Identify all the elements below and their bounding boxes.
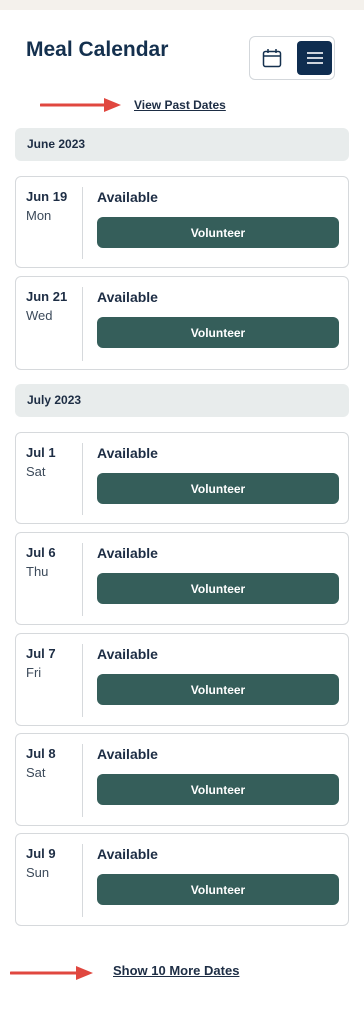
card-weekday: Sat (26, 464, 46, 479)
volunteer-button[interactable]: Volunteer (97, 217, 339, 248)
card-date: Jul 9 (26, 846, 56, 861)
month-header: July 2023 (15, 384, 349, 417)
card-date: Jul 7 (26, 646, 56, 661)
card-divider (82, 443, 83, 515)
menu-lines-icon (306, 52, 323, 64)
volunteer-button[interactable]: Volunteer (97, 674, 339, 705)
list-view-button[interactable] (297, 41, 332, 75)
view-past-dates-link[interactable]: View Past Dates (134, 98, 226, 112)
card-status: Available (97, 646, 158, 662)
card-divider (82, 844, 83, 917)
card-divider (82, 543, 83, 616)
date-card: Jul 9 Sun Available Volunteer (15, 833, 349, 926)
date-card: Jun 19 Mon Available Volunteer (15, 176, 349, 268)
date-card: Jul 6 Thu Available Volunteer (15, 532, 349, 625)
card-status: Available (97, 746, 158, 762)
date-card: Jul 8 Sat Available Volunteer (15, 733, 349, 826)
card-date: Jun 21 (26, 289, 68, 304)
card-divider (82, 187, 83, 259)
card-status: Available (97, 846, 158, 862)
volunteer-button[interactable]: Volunteer (97, 573, 339, 604)
card-date: Jul 8 (26, 746, 56, 761)
calendar-icon (262, 49, 281, 68)
arrow-icon (10, 966, 93, 980)
card-status: Available (97, 289, 158, 305)
month-header: June 2023 (15, 128, 349, 161)
calendar-view-button[interactable] (254, 41, 289, 75)
arrow-icon (40, 98, 121, 112)
volunteer-button[interactable]: Volunteer (97, 473, 339, 504)
card-status: Available (97, 189, 158, 205)
top-banner-strip (0, 0, 364, 10)
volunteer-button[interactable]: Volunteer (97, 874, 339, 905)
date-card: Jul 7 Fri Available Volunteer (15, 633, 349, 726)
card-date: Jul 1 (26, 445, 56, 460)
card-date: Jun 19 (26, 189, 68, 204)
show-more-dates-link[interactable]: Show 10 More Dates (113, 963, 239, 978)
card-divider (82, 744, 83, 817)
card-status: Available (97, 545, 158, 561)
card-divider (82, 287, 83, 361)
card-divider (82, 644, 83, 717)
date-card: Jun 21 Wed Available Volunteer (15, 276, 349, 370)
card-weekday: Fri (26, 665, 42, 680)
card-date: Jul 6 (26, 545, 56, 560)
page-title: Meal Calendar (26, 38, 169, 61)
card-status: Available (97, 445, 158, 461)
date-card: Jul 1 Sat Available Volunteer (15, 432, 349, 524)
card-weekday: Sat (26, 765, 46, 780)
volunteer-button[interactable]: Volunteer (97, 317, 339, 348)
view-toggle (249, 36, 335, 80)
volunteer-button[interactable]: Volunteer (97, 774, 339, 805)
card-weekday: Sun (26, 865, 50, 880)
card-weekday: Wed (26, 308, 53, 323)
card-weekday: Thu (26, 564, 49, 579)
card-weekday: Mon (26, 208, 52, 223)
